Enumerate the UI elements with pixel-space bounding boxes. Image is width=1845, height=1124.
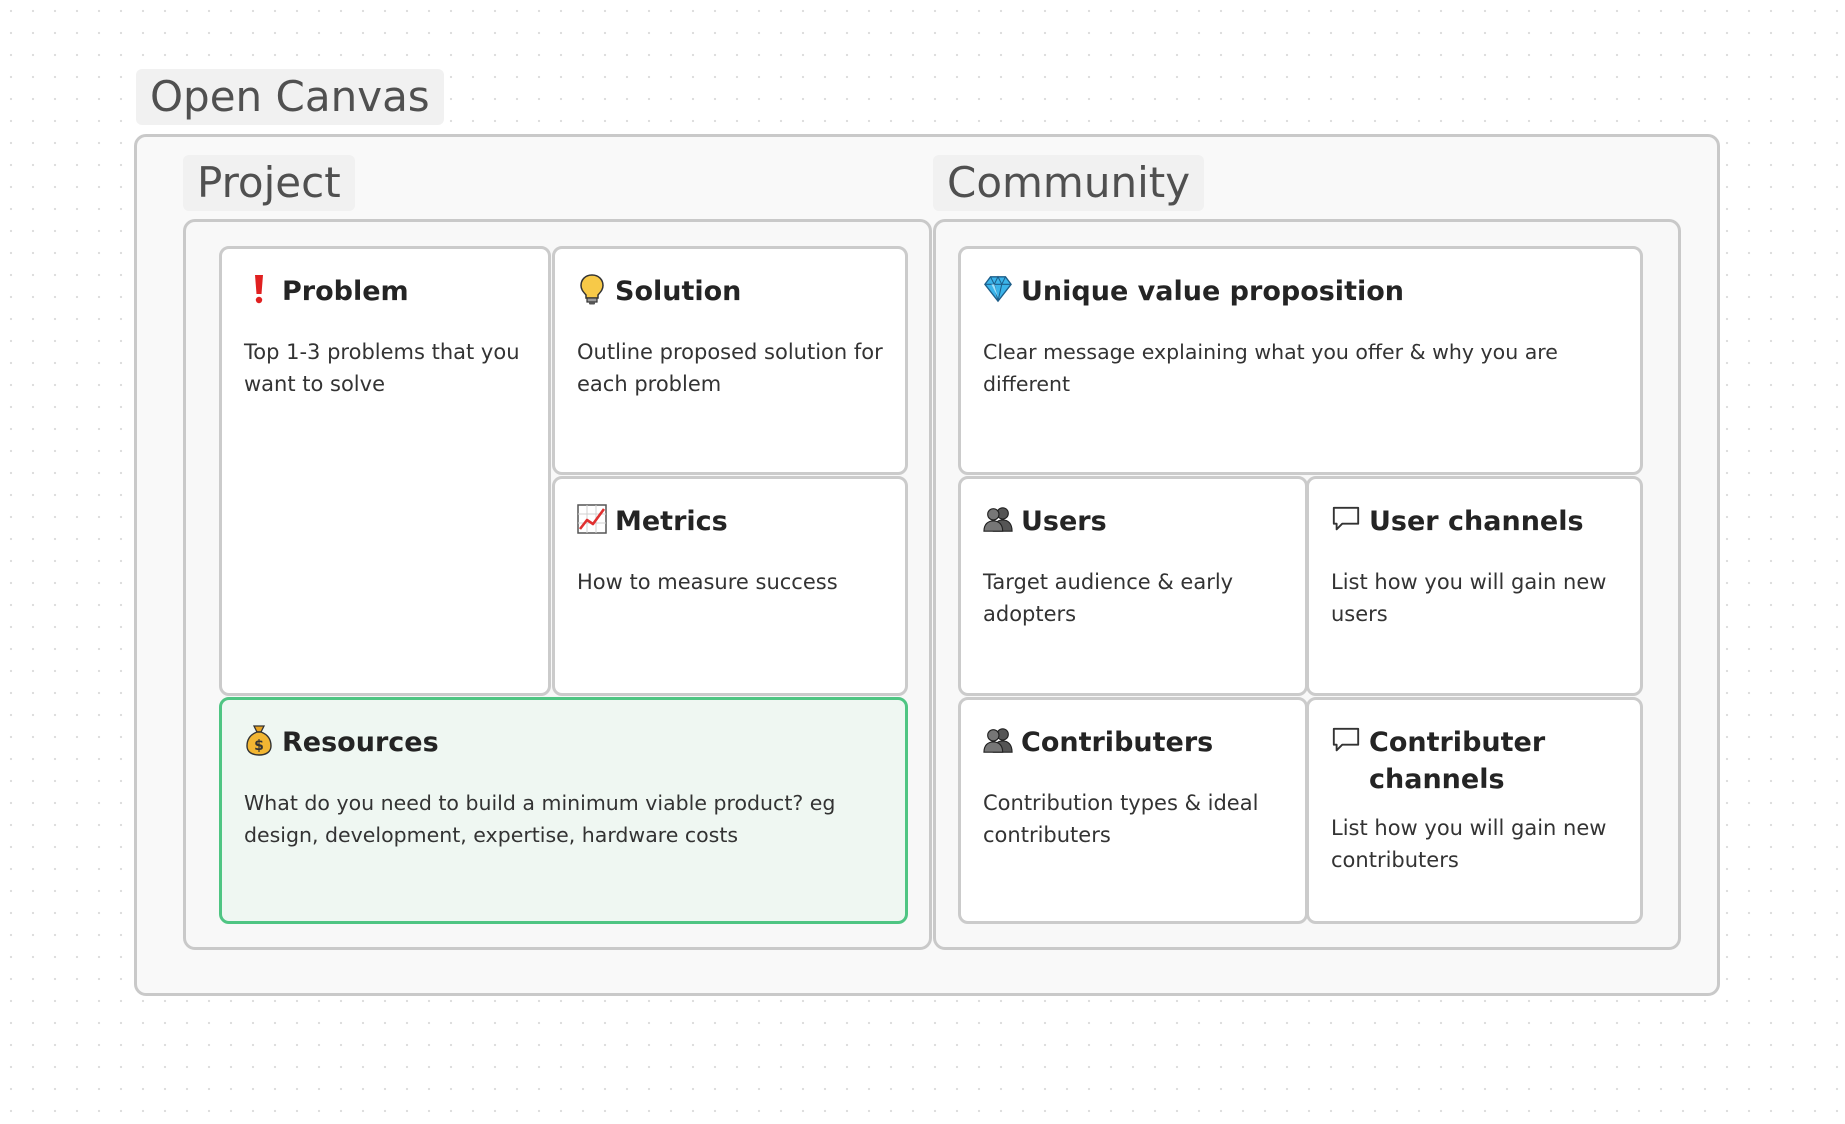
problem-card[interactable]: Problem Top 1-3 problems that you want t… [219,246,551,696]
contributer-channels-title: Contributer channels [1369,727,1546,795]
contributers-description: Contribution types & ideal contributers [983,791,1259,847]
users-title: Users [1021,506,1107,537]
user-channels-title: User channels [1369,506,1584,537]
project-section-title[interactable]: Project [183,155,355,211]
uvp-description: Clear message explaining what you offer … [983,340,1558,396]
speech-bubble-icon [1331,724,1361,756]
speech-bubble-icon [1331,503,1361,535]
svg-text:$: $ [254,738,264,754]
canvas-title[interactable]: Open Canvas [136,69,444,125]
chart-increasing-icon [577,503,607,535]
contributer-channels-card[interactable]: Contributer channels List how you will g… [1306,697,1643,924]
contributers-card[interactable]: Contributers Contribution types & ideal … [958,697,1308,924]
metrics-title: Metrics [615,506,728,537]
money-bag-icon: $ [244,724,274,756]
user-channels-card[interactable]: User channels List how you will gain new… [1306,476,1643,696]
solution-card[interactable]: Solution Outline proposed solution for e… [552,246,908,475]
users-description: Target audience & early adopters [983,570,1234,626]
gem-icon [983,273,1013,305]
uvp-card[interactable]: Unique value proposition Clear message e… [958,246,1643,475]
solution-title: Solution [615,276,742,307]
exclamation-icon [244,273,274,305]
solution-description: Outline proposed solution for each probl… [577,340,883,396]
lightbulb-icon [577,273,607,305]
users-card[interactable]: Users Target audience & early adopters [958,476,1308,696]
problem-description: Top 1-3 problems that you want to solve [244,340,520,396]
metrics-description: How to measure success [577,570,838,594]
uvp-title: Unique value proposition [1021,276,1404,307]
people-icon [983,503,1013,535]
contributer-channels-description: List how you will gain new contributers [1331,816,1607,872]
metrics-card[interactable]: Metrics How to measure success [552,476,908,696]
community-section-title[interactable]: Community [933,155,1205,211]
resources-title: Resources [282,727,439,758]
problem-title: Problem [282,276,409,307]
user-channels-description: List how you will gain new users [1331,570,1607,626]
resources-card[interactable]: $ Resources What do you need to build a … [219,697,908,924]
resources-description: What do you need to build a minimum viab… [244,791,836,847]
contributers-title: Contributers [1021,727,1214,758]
people-icon [983,724,1013,756]
